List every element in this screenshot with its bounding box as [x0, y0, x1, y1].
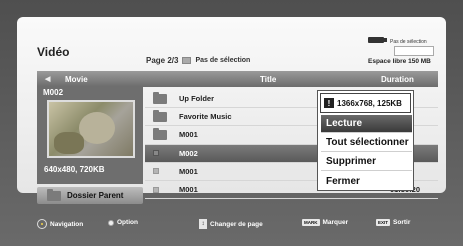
- item-name: M001: [179, 130, 198, 140]
- menu-item-play[interactable]: Lecture: [321, 115, 412, 133]
- column-duration: Duration: [381, 75, 414, 84]
- page-indicator: Page 2/3 Pas de sélection: [146, 56, 250, 65]
- footer-option: Option: [108, 219, 138, 226]
- header-arrow-icon: ◀: [45, 76, 51, 83]
- footer-option-label: Option: [117, 219, 138, 226]
- footer-change-page-label: Changer de page: [210, 220, 263, 228]
- menu-item-close[interactable]: Fermer: [321, 172, 412, 190]
- footer-change-page: ↕ Changer de page: [199, 219, 263, 229]
- screen-frame: Vidéo Page 2/3 Pas de sélection Pas de s…: [0, 0, 463, 246]
- footer-bar: Navigation Option ↕ Changer de page MARK…: [0, 214, 463, 234]
- navigation-icon: [37, 219, 47, 229]
- footer-exit-label: Sortir: [393, 219, 411, 226]
- free-space: Espace libre 150 MB: [368, 58, 431, 65]
- menu-item-delete[interactable]: Supprimer: [321, 153, 412, 171]
- folder-icon: [153, 91, 167, 104]
- preview-name: M002: [43, 88, 64, 97]
- usb-icon: [368, 37, 387, 43]
- video-file-icon: [153, 186, 159, 193]
- context-menu: ! 1366x768, 125KB Lecture Tout sélection…: [317, 90, 414, 191]
- item-name: M002: [179, 148, 198, 158]
- preview-thumbnail: [47, 100, 135, 158]
- page-number: Page 2/3: [146, 56, 179, 65]
- parent-folder-button[interactable]: Dossier Parent: [37, 187, 143, 204]
- page-key-icon: ↕: [199, 219, 207, 229]
- file-info-text: 1366x768, 125KB: [337, 98, 402, 108]
- mark-key-icon: MARK: [302, 219, 320, 226]
- ok-button-icon: [108, 219, 114, 226]
- selection-checkbox-icon: [182, 57, 192, 64]
- video-file-icon: [153, 168, 159, 175]
- folder-icon: [153, 109, 167, 122]
- column-movie: Movie: [65, 75, 88, 84]
- preview-resolution: 640x480, 720KB: [44, 165, 105, 174]
- selection-label: Pas de sélection: [390, 39, 427, 45]
- footer-exit: EXIT Sortir: [376, 219, 410, 226]
- page-title: Vidéo: [37, 45, 70, 59]
- selection-status: Pas de sélection: [195, 57, 251, 64]
- table-header: ◀ Movie Title Duration: [37, 71, 438, 87]
- thumbnail-shape: [54, 132, 84, 154]
- info-icon: !: [324, 98, 334, 108]
- thumbnail-shape: [79, 112, 115, 144]
- video-file-icon: [153, 150, 159, 157]
- footer-mark: MARK Marquer: [302, 219, 348, 226]
- exit-key-icon: EXIT: [376, 219, 391, 226]
- item-name: M001: [179, 166, 198, 176]
- menu-item-select-all[interactable]: Tout sélectionner: [321, 134, 412, 152]
- folder-icon: [47, 188, 61, 201]
- item-name: M001: [179, 185, 198, 195]
- footer-navigation: Navigation: [37, 219, 83, 229]
- selection-bar: [394, 46, 434, 56]
- item-name: Up Folder: [179, 94, 214, 104]
- column-title: Title: [260, 75, 277, 84]
- folder-icon: [153, 127, 167, 140]
- footer-mark-label: Marquer: [322, 219, 349, 226]
- file-info: ! 1366x768, 125KB: [320, 93, 411, 113]
- parent-folder-label: Dossier Parent: [67, 191, 124, 200]
- preview-panel: M002 640x480, 720KB: [37, 86, 143, 184]
- item-name: Favorite Music: [179, 112, 232, 122]
- footer-navigation-label: Navigation: [50, 220, 84, 228]
